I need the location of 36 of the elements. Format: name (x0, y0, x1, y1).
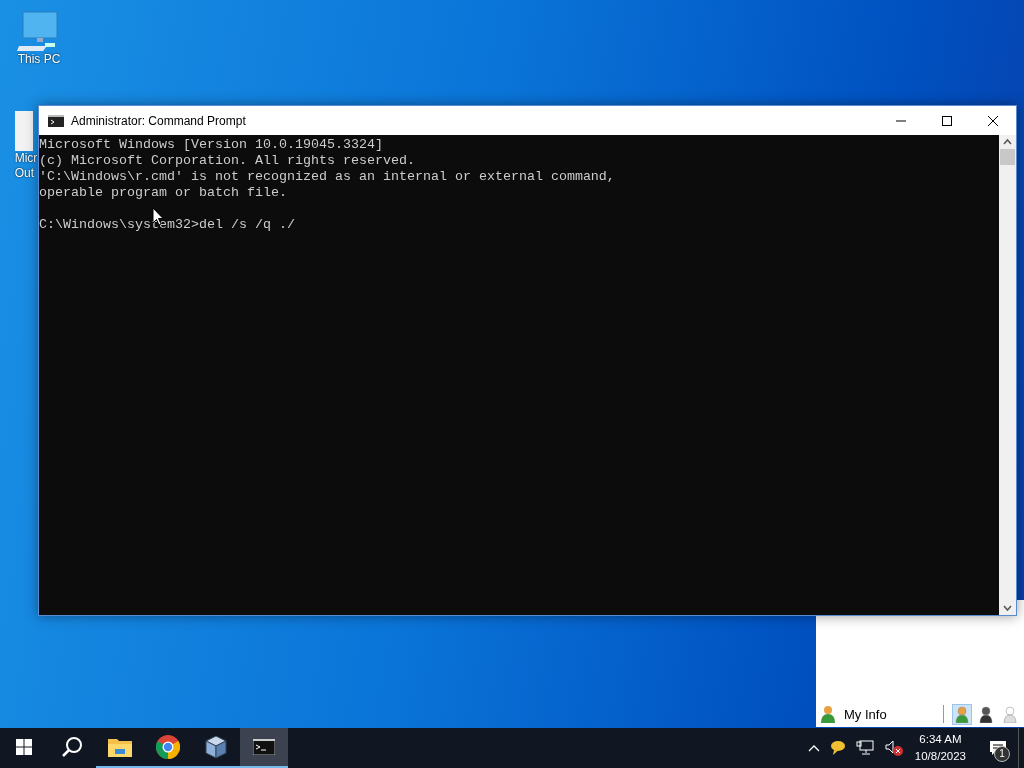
chevron-up-icon[interactable] (807, 744, 820, 752)
console-line: Microsoft Windows [Version 10.0.19045.3324] (39, 137, 384, 153)
person-icon (979, 705, 993, 723)
console-prompt: C:\Windows\system32>del /s /q ./ (39, 217, 296, 233)
clock[interactable]: 6:34 AM 10/8/2023 (914, 731, 966, 765)
windows-logo-icon (16, 739, 32, 755)
my-info-label[interactable]: My Info (844, 706, 939, 722)
browser-icon (156, 735, 180, 759)
date-label: 10/8/2023 (914, 749, 966, 764)
folder-icon (108, 737, 132, 757)
speaker-muted-icon[interactable] (883, 739, 904, 757)
computer-icon[interactable] (17, 10, 61, 52)
close-icon (988, 115, 998, 126)
notification-button[interactable]: 1 (978, 728, 1018, 768)
maximize-icon (942, 115, 952, 126)
console-icon (48, 114, 64, 127)
scrollbar[interactable] (999, 135, 1016, 615)
speech-bubble-icon[interactable] (829, 740, 846, 756)
person-icon (955, 705, 969, 723)
scroll-thumb[interactable] (1000, 149, 1015, 165)
console-line: (c) Microsoft Corporation. All rights reserved. (39, 153, 416, 169)
search-icon (61, 736, 83, 758)
person-icon (1003, 705, 1017, 723)
status-button[interactable] (976, 703, 996, 725)
notification-count: 1 (994, 746, 1010, 762)
console-line: 'C:\Windows\r.cmd' is not recognized as an internal or external command, (39, 169, 616, 185)
icon-label[interactable]: This PC (17, 52, 61, 67)
person-icon (820, 705, 836, 723)
console-icon (253, 739, 275, 755)
cube-icon (205, 735, 227, 759)
taskbar-app-button[interactable] (240, 728, 288, 768)
network-icon[interactable] (855, 740, 874, 756)
time-label: 6:34 AM (919, 732, 962, 747)
document-icon[interactable] (14, 111, 33, 151)
window-title: Administrator: Command Prompt (71, 113, 247, 128)
console-line: operable program or batch file. (39, 185, 288, 201)
